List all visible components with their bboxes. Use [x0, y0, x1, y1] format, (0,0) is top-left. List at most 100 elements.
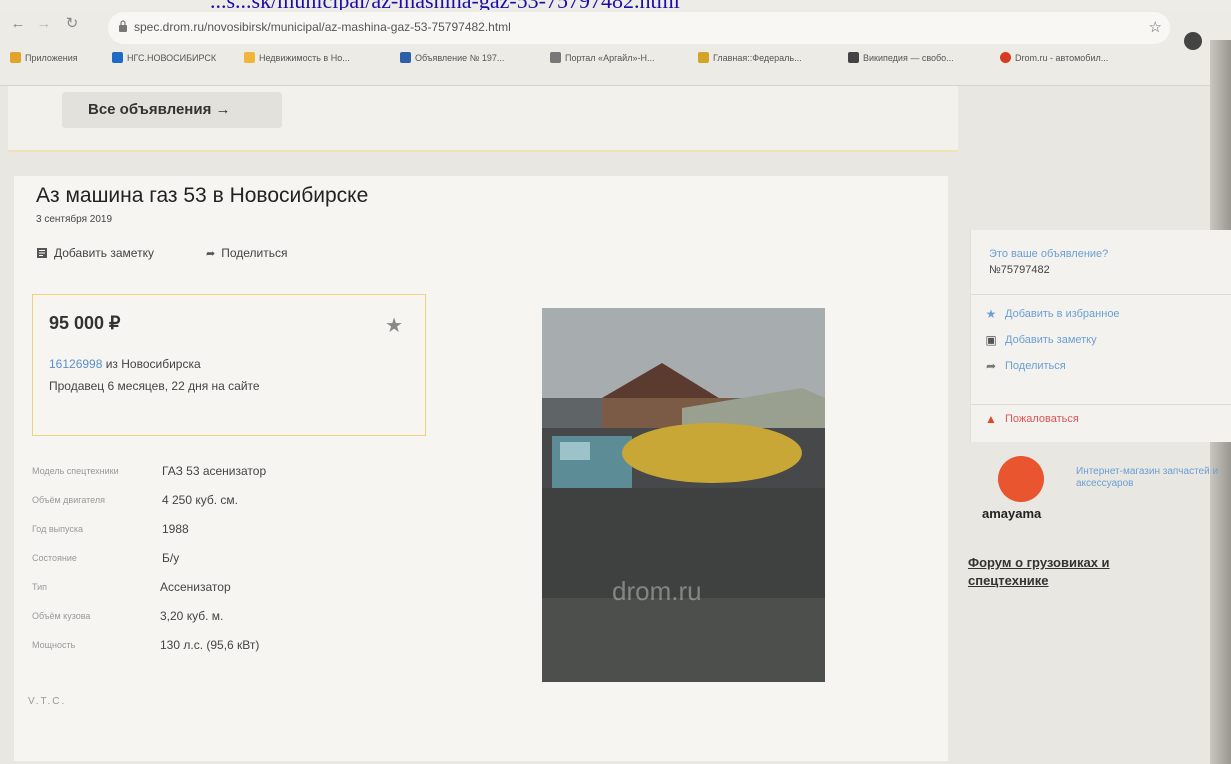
- ad-number: №75797482: [989, 264, 1050, 276]
- page-url-text: ...s...sk/municipal/az-mashina-gaz-53-75…: [210, 0, 680, 10]
- share-label: Поделиться: [221, 246, 288, 260]
- amayama-name[interactable]: amayama: [982, 506, 1041, 521]
- bookmark-label: НГС.НОВОСИБИРСК: [127, 52, 217, 63]
- address-url: spec.drom.ru/novosibirsk/municipal/az-ma…: [134, 20, 511, 34]
- federal-icon: [698, 52, 709, 63]
- spec-value: 3,20 куб. м.: [160, 609, 224, 623]
- forum-link[interactable]: Форум о грузовиках и спецтехнике: [968, 554, 1158, 590]
- bookmark-label: Объявление № 197...: [415, 52, 505, 63]
- bookmark-star-icon[interactable]: ☆: [1149, 18, 1162, 36]
- footer-text: V.T.C.: [28, 696, 67, 707]
- bookmark-federal[interactable]: Главная::Федераль...: [698, 52, 802, 63]
- favorite-star-icon[interactable]: ★: [385, 313, 403, 338]
- specs-table: Модель спецтехники ГАЗ 53 асенизатор Объ…: [32, 460, 492, 663]
- sidebar-share-link[interactable]: ➦ Поделиться: [985, 359, 1066, 373]
- listing-date: 3 сентября 2019: [36, 214, 113, 225]
- spec-row: Состояние Б/у: [32, 547, 492, 576]
- spec-label: Объём двигателя: [32, 495, 105, 505]
- spec-row: Год выпуска 1988: [32, 518, 492, 547]
- portal-icon: [550, 52, 561, 63]
- apps-grid-icon: [10, 52, 21, 63]
- sidebar-add-note-link[interactable]: ▣ Добавить заметку: [985, 333, 1097, 347]
- share-arrow-icon: ➦: [206, 247, 216, 260]
- bookmark-label: Портал «Аргайл»-Н...: [565, 52, 655, 63]
- all-ads-button[interactable]: Все объявления →: [62, 92, 282, 128]
- sidebar-share-label: Поделиться: [1005, 360, 1066, 372]
- add-favorite-label: Добавить в избранное: [1005, 308, 1120, 320]
- amayama-logo-icon[interactable]: [998, 456, 1044, 502]
- add-note-link[interactable]: Добавить заметку: [36, 246, 154, 260]
- sidebar-divider: [971, 294, 1231, 295]
- spec-label: Мощность: [32, 640, 76, 650]
- bookmark-wikipedia[interactable]: Википедия — свобо...: [848, 52, 954, 63]
- amayama-description[interactable]: Интернет-магазин запчастей и аксессуаров: [1076, 466, 1226, 490]
- listing-photo[interactable]: drom.ru: [542, 308, 825, 682]
- bookmark-ngs[interactable]: НГС.НОВОСИБИРСК: [112, 52, 216, 63]
- spec-value: 130 л.с. (95,6 кВт): [160, 638, 260, 652]
- spec-label: Тип: [32, 582, 48, 592]
- lock-icon: [119, 20, 127, 32]
- forward-arrow-icon[interactable]: →: [34, 14, 54, 34]
- bookmark-label: Drom.ru - автомобил...: [1015, 52, 1109, 63]
- bookmark-label: Главная::Федераль...: [713, 52, 802, 63]
- spec-value: ГАЗ 53 асенизатор: [162, 464, 267, 478]
- spec-label: Объём кузова: [32, 611, 91, 621]
- seller-info: 16126998 из Новосибирска: [49, 357, 201, 371]
- price-box: 95 000 ₽ ★ 16126998 из Новосибирска Прод…: [32, 294, 426, 436]
- bookmark-portal[interactable]: Портал «Аргайл»-Н...: [550, 52, 654, 63]
- drom-icon: [1000, 52, 1011, 63]
- spec-row: Объём двигателя 4 250 куб. см.: [32, 489, 492, 518]
- realty-icon: [244, 52, 255, 63]
- spec-label: Модель спецтехники: [32, 466, 119, 476]
- price: 95 000 ₽: [49, 313, 121, 333]
- seller-city: из Новосибирска: [102, 357, 201, 371]
- spec-row: Тип Ассенизатор: [32, 576, 492, 605]
- truck-photo-image: [542, 308, 825, 682]
- spec-row: Модель спецтехники ГАЗ 53 асенизатор: [32, 460, 492, 489]
- spec-label: Состояние: [32, 553, 77, 563]
- note-icon: ▣: [985, 333, 997, 347]
- ngs-icon: [112, 52, 123, 63]
- bookmark-realty[interactable]: Недвижимость в Но...: [244, 52, 350, 63]
- bookmark-ad[interactable]: Объявление № 197...: [400, 52, 504, 63]
- bookmark-label: Приложения: [25, 52, 78, 63]
- spec-value: 4 250 куб. см.: [162, 493, 239, 507]
- top-card: Все объявления →: [8, 86, 958, 152]
- complain-link[interactable]: ▲ Пожаловаться: [985, 412, 1079, 426]
- spec-value: Ассенизатор: [160, 580, 231, 594]
- bookmark-label: Недвижимость в Но...: [259, 52, 350, 63]
- complain-label: Пожаловаться: [1005, 413, 1079, 425]
- seller-age: Продавец 6 месяцев, 22 дня на сайте: [49, 379, 260, 393]
- page-url-strip: ...s...sk/municipal/az-mashina-gaz-53-75…: [0, 0, 1231, 10]
- photo-watermark: drom.ru: [612, 576, 702, 606]
- seller-id-link[interactable]: 16126998: [49, 357, 102, 371]
- sidebar-add-note-label: Добавить заметку: [1005, 334, 1097, 346]
- bookmarks-bar: Приложения НГС.НОВОСИБИРСК Недвижимость …: [0, 48, 1231, 70]
- warning-icon: ▲: [985, 412, 997, 426]
- wikipedia-icon: [848, 52, 859, 63]
- note-icon: [37, 248, 47, 258]
- spec-label: Год выпуска: [32, 524, 83, 534]
- spec-value: Б/у: [162, 551, 180, 565]
- star-icon: ★: [985, 307, 997, 321]
- page-title: Аз машина газ 53 в Новосибирске: [36, 184, 369, 207]
- add-note-label: Добавить заметку: [54, 246, 154, 260]
- spec-value: 1988: [162, 522, 189, 536]
- share-link[interactable]: ➦ Поделиться: [206, 246, 287, 260]
- bookmark-apps[interactable]: Приложения: [10, 52, 78, 63]
- spec-row: Мощность 130 л.с. (95,6 кВт): [32, 634, 492, 663]
- spec-row: Объём кузова 3,20 куб. м.: [32, 605, 492, 634]
- add-favorite-link[interactable]: ★ Добавить в избранное: [985, 307, 1120, 321]
- back-arrow-icon[interactable]: ←: [8, 14, 28, 34]
- bookmark-label: Википедия — свобо...: [863, 52, 954, 63]
- your-ad-link[interactable]: Это ваше объявление?: [989, 248, 1108, 260]
- bookmark-drom[interactable]: Drom.ru - автомобил...: [1000, 52, 1108, 63]
- ad-site-icon: [400, 52, 411, 63]
- address-bar[interactable]: spec.drom.ru/novosibirsk/municipal/az-ma…: [108, 12, 1170, 44]
- browser-chrome: ← → ↻ spec.drom.ru/novosibirsk/municipal…: [0, 10, 1231, 86]
- share-arrow-icon: ➦: [985, 359, 997, 373]
- page-content: Все объявления → Аз машина газ 53 в Ново…: [0, 86, 1231, 764]
- reload-icon[interactable]: ↻: [62, 14, 82, 34]
- listing-card: Аз машина газ 53 в Новосибирске 3 сентяб…: [14, 176, 948, 761]
- sidebar-actions: Это ваше объявление? №75797482 ★ Добавит…: [970, 230, 1231, 442]
